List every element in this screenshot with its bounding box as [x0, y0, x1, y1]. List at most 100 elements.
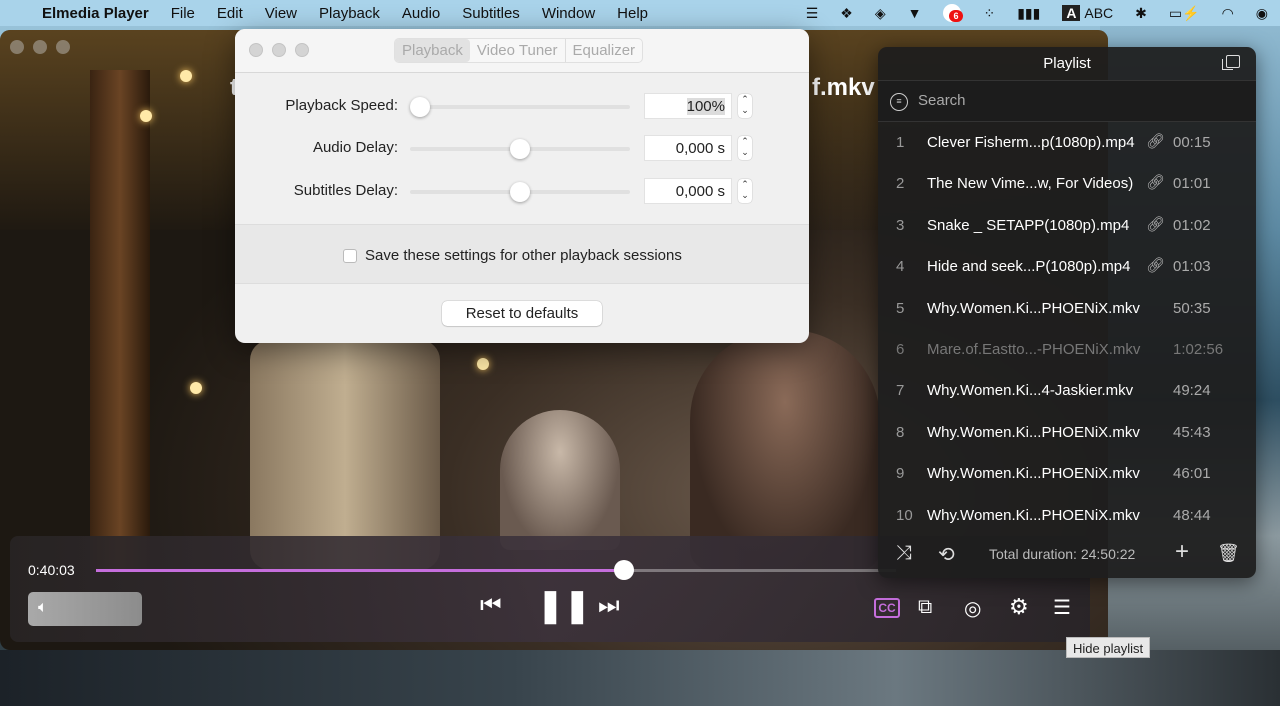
playlist-item[interactable]: 2 The New Vime...w, For Videos) 🔗︎ 01:01: [878, 163, 1256, 204]
list-icon[interactable]: ☰: [806, 5, 819, 22]
playback-speed-stepper[interactable]: ⌃ ⌄: [738, 94, 752, 118]
link-icon: 🔗︎: [1146, 174, 1166, 192]
notification-icon[interactable]: 6: [943, 4, 963, 22]
tab-playback[interactable]: Playback: [395, 39, 470, 62]
playlist-items: 1 Clever Fisherm...p(1080p).mp4 🔗︎ 00:15…: [878, 122, 1256, 536]
loading-icon[interactable]: ⁘: [983, 5, 995, 22]
user-icon[interactable]: ◉: [1256, 5, 1268, 22]
desktop-wallpaper-bottom: [0, 650, 1280, 706]
filter-icon[interactable]: ≡: [890, 93, 908, 111]
subtitles-delay-field[interactable]: 0,000 s: [644, 178, 732, 204]
item-duration: 46:01: [1173, 465, 1211, 483]
playlist-panel: Playlist ≡ 1 Clever Fisherm...p(1080p).m…: [878, 47, 1256, 578]
playlist-toggle-icon[interactable]: ☰: [1053, 595, 1071, 620]
item-duration: 1:02:56: [1173, 340, 1224, 358]
slider-handle[interactable]: [410, 97, 430, 117]
picture-in-picture-icon[interactable]: ⧉: [918, 596, 932, 619]
previous-icon[interactable]: ⏮︎: [480, 592, 502, 620]
volume-slider[interactable]: 🔈︎: [28, 592, 142, 626]
status-tray: ☰ ❖ ◈ ▼ 6 ⁘ ▮▮▮ A ABC ✱ ▭⚡ ◠ ◉: [806, 0, 1268, 26]
playback-speed-slider[interactable]: [410, 97, 630, 117]
playlist-item[interactable]: 1 Clever Fisherm...p(1080p).mp4 🔗︎ 00:15: [878, 122, 1256, 163]
playlist-item[interactable]: 7 Why.Women.Ki...4-Jaskier.mkv 49:24: [878, 370, 1256, 411]
item-number: 6: [896, 340, 905, 358]
minimize-button[interactable]: [33, 40, 47, 54]
battery-icon[interactable]: ▭⚡: [1169, 5, 1200, 22]
link-icon: 🔗︎: [1146, 215, 1166, 233]
item-title: Clever Fisherm...p(1080p).mp4: [927, 134, 1135, 151]
link-icon: 🔗︎: [1146, 133, 1166, 150]
item-number: 9: [896, 465, 905, 483]
menu-edit[interactable]: Edit: [217, 5, 243, 22]
playlist-title: Playlist: [1043, 55, 1091, 72]
slider-handle[interactable]: [510, 139, 530, 159]
subtitles-delay-slider[interactable]: [410, 182, 630, 202]
tab-video-tuner[interactable]: Video Tuner: [470, 39, 565, 62]
seek-handle[interactable]: [614, 560, 634, 580]
settings-gear-icon[interactable]: ⚙: [1009, 594, 1029, 620]
reset-defaults-button[interactable]: Reset to defaults: [442, 301, 602, 326]
playlist-search-input[interactable]: [918, 92, 1218, 109]
playlist-item[interactable]: 5 Why.Women.Ki...PHOENiX.mkv 50:35: [878, 288, 1256, 329]
video-frame-person: [500, 410, 620, 550]
display-icon[interactable]: ▼: [908, 5, 922, 21]
dialog-close-button[interactable]: [249, 43, 263, 57]
video-frame-person: [690, 330, 880, 570]
menu-audio[interactable]: Audio: [402, 5, 440, 22]
subtitles-cc-button[interactable]: CC: [874, 598, 900, 618]
shuffle-icon[interactable]: ⤨: [896, 542, 912, 565]
playlist-item[interactable]: 3 Snake _ SETAPP(1080p).mp4 🔗︎ 01:02: [878, 205, 1256, 246]
subtitles-delay-stepper[interactable]: ⌃ ⌄: [738, 179, 752, 203]
item-title: Snake _ SETAPP(1080p).mp4: [927, 216, 1130, 234]
dialog-zoom-button[interactable]: [295, 43, 309, 57]
dropbox-icon[interactable]: ❖: [840, 5, 853, 22]
slider-handle[interactable]: [510, 182, 530, 202]
add-item-icon[interactable]: +: [1175, 538, 1189, 566]
tab-equalizer[interactable]: Equalizer: [564, 39, 643, 62]
repeat-icon[interactable]: ⟲: [938, 542, 955, 567]
subtitles-delay-label: Subtitles Delay:: [293, 182, 398, 199]
menu-window[interactable]: Window: [542, 5, 595, 22]
zoom-button[interactable]: [56, 40, 70, 54]
audio-delay-stepper[interactable]: ⌃ ⌄: [738, 136, 752, 160]
item-title: The New Vime...w, For Videos): [927, 175, 1134, 193]
audio-delay-field[interactable]: 0,000 s: [644, 135, 732, 161]
trash-icon[interactable]: 🗑︎: [1217, 543, 1240, 564]
item-duration: 01:03: [1173, 258, 1211, 276]
battery-monitor-icon[interactable]: ▮▮▮: [1017, 5, 1040, 22]
playlist-item[interactable]: 4 Hide and seek...P(1080p).mp4 🔗︎ 01:03: [878, 246, 1256, 287]
next-icon[interactable]: ⏭︎: [598, 592, 620, 620]
pause-icon[interactable]: ❚❚: [537, 586, 591, 624]
menu-help[interactable]: Help: [617, 5, 648, 22]
playlist-item[interactable]: 6 Mare.of.Eastto...-PHOENiX.mkv 1:02:56: [878, 329, 1256, 370]
menu-playback[interactable]: Playback: [319, 5, 380, 22]
playlist-item[interactable]: 9 Why.Women.Ki...PHOENiX.mkv 46:01: [878, 453, 1256, 494]
seek-bar[interactable]: [96, 560, 896, 580]
detach-playlist-icon[interactable]: [1222, 55, 1240, 70]
audio-delay-slider[interactable]: [410, 139, 630, 159]
video-title-fragment: f.mkv: [812, 74, 875, 101]
wifi-icon[interactable]: ◠: [1222, 5, 1234, 22]
input-source-icon[interactable]: A ABC: [1062, 5, 1113, 21]
save-settings-label[interactable]: Save these settings for other playback s…: [365, 247, 682, 264]
menu-app-name[interactable]: Elmedia Player: [42, 5, 149, 22]
airplay-icon[interactable]: ◎: [964, 596, 981, 621]
notification-badge: 6: [949, 10, 963, 22]
menu-subtitles[interactable]: Subtitles: [462, 5, 520, 22]
playlist-footer: ⤨ ⟲ Total duration: 24:50:22 + 🗑︎: [878, 537, 1256, 572]
item-duration: 01:02: [1173, 216, 1211, 234]
playlist-item[interactable]: 10 Why.Women.Ki...PHOENiX.mkv 48:44: [878, 495, 1256, 536]
menu-view[interactable]: View: [265, 5, 297, 22]
close-button[interactable]: [10, 40, 24, 54]
audio-delay-label: Audio Delay:: [312, 139, 398, 156]
playlist-item[interactable]: 8 Why.Women.Ki...PHOENiX.mkv 45:43: [878, 412, 1256, 453]
item-duration: 45:43: [1173, 423, 1211, 441]
item-number: 4: [896, 258, 905, 276]
menu-file[interactable]: File: [171, 5, 195, 22]
save-settings-checkbox[interactable]: [343, 249, 357, 263]
layers-icon[interactable]: ◈: [875, 5, 886, 22]
playback-speed-label: Playback Speed:: [285, 97, 398, 114]
bluetooth-icon[interactable]: ✱: [1135, 5, 1147, 22]
dialog-minimize-button[interactable]: [272, 43, 286, 57]
playback-speed-field[interactable]: 100%: [644, 93, 732, 119]
